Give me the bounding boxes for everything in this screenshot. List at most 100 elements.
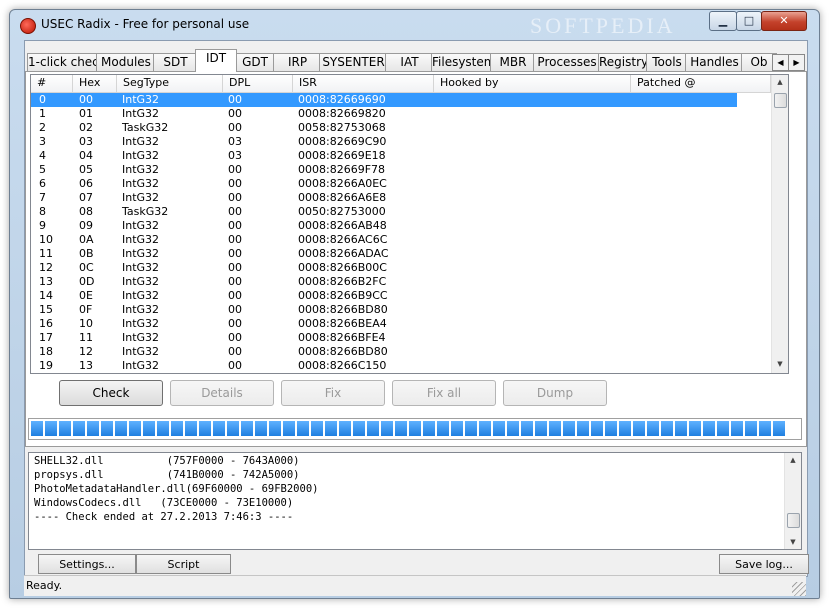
table-row[interactable]: 0 00 IntG32 00 0008:82669690: [31, 93, 737, 107]
table-row[interactable]: 6 06 IntG32 00 0008:8266A0EC: [31, 177, 771, 191]
table-row[interactable]: 14 0E IntG32 00 0008:8266B9CC: [31, 289, 771, 303]
table-row[interactable]: 19 13 IntG32 00 0008:8266C150: [31, 359, 771, 373]
save-log-button[interactable]: Save log...: [719, 554, 809, 574]
fix-all-button[interactable]: Fix all: [392, 380, 496, 406]
table-cell: 14: [39, 289, 53, 302]
title-bar[interactable]: USEC Radix - Free for personal use SOFTP…: [10, 10, 819, 40]
column-header[interactable]: Hooked by: [434, 75, 631, 92]
table-cell: 04: [79, 149, 93, 162]
log-scroll-thumb[interactable]: [787, 513, 800, 528]
table-row[interactable]: 7 07 IntG32 00 0008:8266A6E8: [31, 191, 771, 205]
tab-scroll-left-icon[interactable]: ◀: [772, 54, 789, 71]
table-scrollbar[interactable]: ▲ ▼: [771, 75, 788, 373]
table-cell: 00: [228, 303, 242, 316]
scroll-thumb[interactable]: [774, 93, 787, 108]
progress-segment: [717, 421, 729, 436]
script-interpreter-button[interactable]: Script interpreter...: [136, 554, 231, 590]
table-row[interactable]: 13 0D IntG32 00 0008:8266B2FC: [31, 275, 771, 289]
progress-segment: [269, 421, 281, 436]
dump-button[interactable]: Dump: [503, 380, 607, 406]
tab-handles[interactable]: Handles: [685, 53, 744, 71]
idt-table[interactable]: # Hex SegType DPL ISR Hooked by Patched @ 0 00 I…: [30, 74, 789, 374]
progress-segment: [227, 421, 239, 436]
tab-irp[interactable]: IRP: [273, 53, 322, 71]
table-cell: TaskG32: [122, 121, 169, 134]
table-cell: 08: [79, 205, 93, 218]
table-cell: 12: [79, 345, 93, 358]
table-row[interactable]: 4 04 IntG32 03 0008:82669E18: [31, 149, 771, 163]
resize-grip-icon[interactable]: [792, 582, 806, 596]
progress-segment: [745, 421, 757, 436]
table-cell: 7: [39, 191, 46, 204]
table-cell: IntG32: [122, 135, 160, 148]
table-row[interactable]: 9 09 IntG32 00 0008:8266AB48: [31, 219, 771, 233]
table-cell: IntG32: [122, 149, 160, 162]
table-cell: IntG32: [122, 345, 160, 358]
tab-scroll-right-icon[interactable]: ▶: [788, 54, 805, 71]
tab-mbr[interactable]: MBR: [490, 53, 536, 71]
tab-modules[interactable]: Modules: [96, 53, 156, 71]
table-cell: 0008:8266BD80: [298, 303, 388, 316]
log-scroll-up-icon[interactable]: ▲: [785, 453, 801, 467]
progress-segment: [31, 421, 43, 436]
log-scroll-down-icon[interactable]: ▼: [785, 535, 801, 549]
table-row[interactable]: 2 02 TaskG32 00 0058:82753068: [31, 121, 771, 135]
log-output[interactable]: ▲ ▼ SHELL32.dll (757F0000 - 7643A000) pro…: [28, 452, 802, 550]
table-row[interactable]: 18 12 IntG32 00 0008:8266BD80: [31, 345, 771, 359]
column-header[interactable]: DPL: [223, 75, 293, 92]
table-cell: 00: [228, 233, 242, 246]
progress-segment: [591, 421, 603, 436]
tab-registry[interactable]: Registry: [598, 53, 649, 71]
table-row[interactable]: 16 10 IntG32 00 0008:8266BEA4: [31, 317, 771, 331]
close-button[interactable]: ✕: [761, 11, 807, 31]
table-cell: TaskG32: [122, 205, 169, 218]
minimize-button[interactable]: ▁: [709, 11, 737, 31]
tab-iat[interactable]: IAT: [385, 53, 434, 71]
window-title: USEC Radix - Free for personal use: [41, 17, 250, 31]
tab-filesystem[interactable]: Filesystem: [431, 53, 493, 71]
table-row[interactable]: 10 0A IntG32 00 0008:8266AC6C: [31, 233, 771, 247]
scroll-up-icon[interactable]: ▲: [772, 75, 788, 89]
table-cell: 05: [79, 163, 93, 176]
details-button[interactable]: Details: [170, 380, 274, 406]
table-cell: 0008:8266BFE4: [298, 331, 386, 344]
table-cell: 00: [79, 93, 93, 106]
table-cell: IntG32: [122, 177, 160, 190]
log-scrollbar[interactable]: ▲ ▼: [784, 453, 801, 549]
table-cell: 00: [228, 289, 242, 302]
column-header[interactable]: Patched @: [631, 75, 771, 92]
app-icon: [20, 18, 36, 34]
table-row[interactable]: 12 0C IntG32 00 0008:8266B00C: [31, 261, 771, 275]
table-cell: 0008:82669C90: [298, 135, 387, 148]
column-header[interactable]: ISR: [293, 75, 434, 92]
table-row[interactable]: 1 01 IntG32 00 0008:82669820: [31, 107, 771, 121]
table-cell: 12: [39, 261, 53, 274]
table-cell: 18: [39, 345, 53, 358]
table-row[interactable]: 3 03 IntG32 03 0008:82669C90: [31, 135, 771, 149]
fix-button[interactable]: Fix: [281, 380, 385, 406]
column-header[interactable]: #: [31, 75, 73, 92]
tab-processes[interactable]: Processes: [533, 53, 601, 71]
tab-1-click-check[interactable]: 1-click check: [27, 53, 99, 71]
progress-segment: [409, 421, 421, 436]
tab-tools[interactable]: Tools: [646, 53, 688, 71]
tab-sysenter[interactable]: SYSENTER: [319, 53, 388, 71]
table-row[interactable]: 17 11 IntG32 00 0008:8266BFE4: [31, 331, 771, 345]
table-row[interactable]: 8 08 TaskG32 00 0050:82753000: [31, 205, 771, 219]
scroll-down-icon[interactable]: ▼: [772, 357, 788, 371]
table-row[interactable]: 5 05 IntG32 00 0008:82669F78: [31, 163, 771, 177]
settings-button[interactable]: Settings...: [38, 554, 136, 574]
table-cell: 00: [228, 177, 242, 190]
tab-sdt[interactable]: SDT: [153, 53, 198, 71]
progress-segment: [171, 421, 183, 436]
table-cell: 0E: [79, 289, 93, 302]
table-row[interactable]: 15 0F IntG32 00 0008:8266BD80: [31, 303, 771, 317]
progress-segment: [297, 421, 309, 436]
table-row[interactable]: 11 0B IntG32 00 0008:8266ADAC: [31, 247, 771, 261]
check-button[interactable]: Check: [59, 380, 163, 406]
tab-gdt[interactable]: GDT: [234, 53, 276, 71]
tab-idt[interactable]: IDT: [195, 49, 237, 72]
column-header[interactable]: Hex: [73, 75, 117, 92]
column-header[interactable]: SegType: [117, 75, 223, 92]
maximize-button[interactable]: □: [736, 11, 762, 31]
